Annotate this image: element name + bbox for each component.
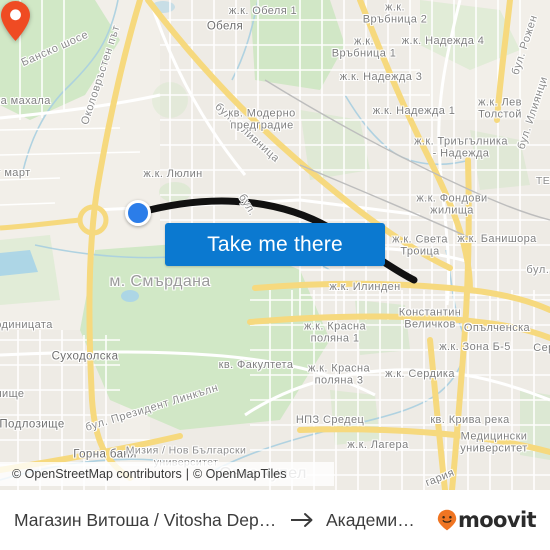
map-canvas[interactable]: Банско шосеОколовръстен пътска махалат м… — [0, 0, 550, 490]
origin-dot[interactable] — [125, 200, 151, 226]
arrow-right-icon — [290, 511, 316, 529]
footer-destination-label: Академия … — [325, 509, 423, 530]
attribution-separator: | — [185, 467, 189, 481]
moovit-pin-icon — [437, 509, 457, 531]
destination-pin[interactable] — [0, 0, 31, 42]
take-me-there-button[interactable]: Take me there — [165, 223, 385, 266]
trip-footer-bar: Магазин Витоша / Vitosha Depart… Академи… — [0, 490, 550, 550]
map-attribution: © OpenStreetMap contributors | © OpenMap… — [0, 462, 334, 486]
osm-attribution-link[interactable]: © OpenStreetMap contributors — [12, 467, 182, 481]
footer-origin-label: Магазин Витоша / Vitosha Depart… — [14, 509, 280, 530]
moovit-logo[interactable]: moovit — [437, 508, 537, 532]
moovit-trip-screen: Банско шосеОколовръстен пътска махалат м… — [0, 0, 550, 550]
moovit-wordmark: moovit — [457, 508, 537, 532]
openmaptiles-attribution-link[interactable]: © OpenMapTiles — [193, 467, 287, 481]
